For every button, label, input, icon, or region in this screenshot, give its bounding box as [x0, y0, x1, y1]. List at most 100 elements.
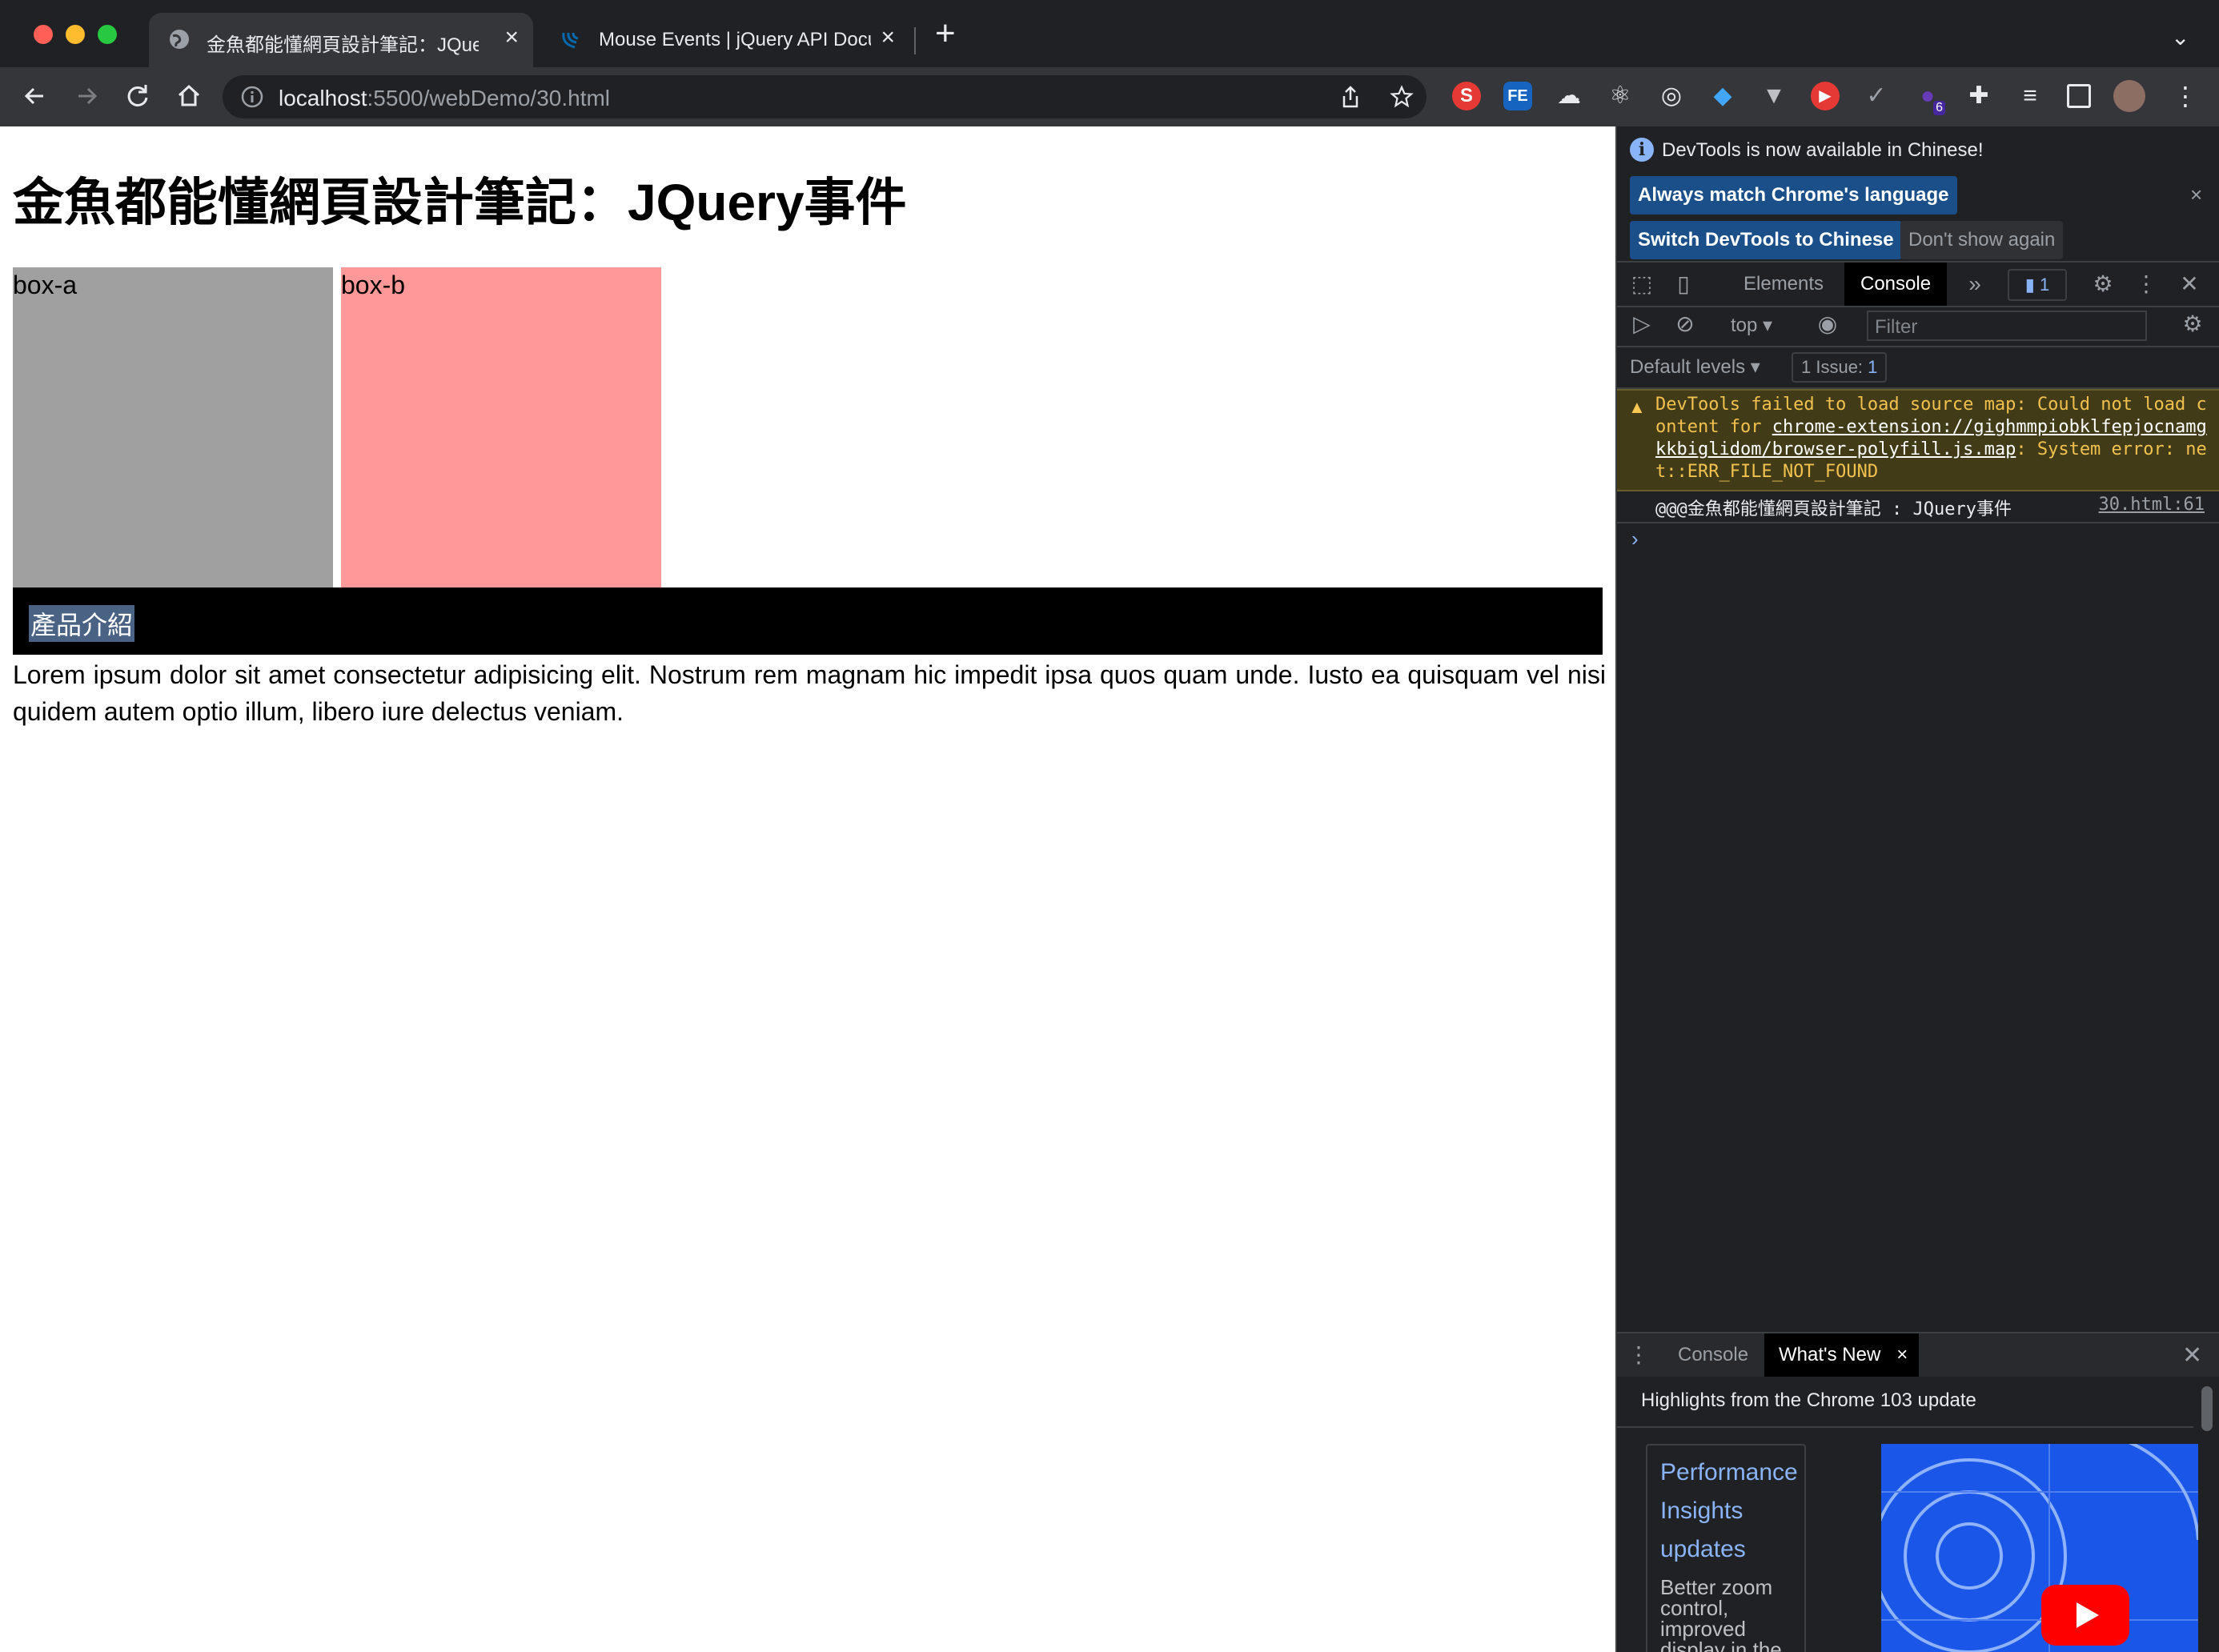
- issues-badge[interactable]: ▮ 1: [2008, 269, 2067, 301]
- notice-text: DevTools is now available in Chinese!: [1662, 139, 1984, 161]
- close-tab-icon[interactable]: ×: [881, 24, 895, 51]
- bookmark-star-icon[interactable]: [1390, 85, 1414, 109]
- extension-check-icon[interactable]: ✓: [1862, 82, 1891, 110]
- product-intro-title: 產品介紹: [29, 605, 135, 642]
- console-warning-message: ▲ DevTools failed to load source map: Co…: [1617, 389, 2219, 491]
- switch-to-chinese-button[interactable]: Switch DevTools to Chinese: [1630, 221, 1902, 259]
- devtools-panel: i DevTools is now available in Chinese! …: [1615, 126, 2219, 1652]
- share-icon[interactable]: [1338, 85, 1362, 109]
- url-text[interactable]: localhost:5500/webDemo/30.html: [279, 86, 610, 111]
- box-a-label: box-a: [13, 271, 78, 299]
- back-icon[interactable]: [19, 80, 51, 112]
- log-message: @@@金魚都能懂網頁設計筆記 : JQuery事件: [1655, 499, 2012, 519]
- tab-title: Mouse Events | jQuery API Documentation: [599, 29, 871, 50]
- warning-text: DevTools failed to load source map: Coul…: [1655, 394, 2208, 483]
- extension-fe-icon[interactable]: FE: [1503, 82, 1532, 110]
- whats-new-label: What's New: [1779, 1344, 1881, 1365]
- tab-inactive[interactable]: Mouse Events | jQuery API Documentation …: [541, 13, 909, 67]
- close-tab-icon[interactable]: ×: [1896, 1333, 1908, 1377]
- more-menu-icon[interactable]: ⋮: [2171, 82, 2200, 110]
- extension-badge: 6: [1933, 101, 1945, 115]
- web-page: 金魚都能懂網頁設計筆記：JQuery事件 box-a box-b 產品介紹 Lo…: [0, 126, 1615, 1652]
- settings-gear-icon[interactable]: ⚙: [2089, 271, 2117, 298]
- log-levels-dropdown[interactable]: Default levels ▾: [1630, 355, 1760, 379]
- drawer-menu-icon[interactable]: ⋮: [1625, 1341, 1652, 1369]
- video-thumbnail[interactable]: [1881, 1444, 2198, 1652]
- always-match-language-button[interactable]: Always match Chrome's language: [1630, 176, 1957, 215]
- new-tab-button[interactable]: +: [935, 16, 956, 51]
- avatar[interactable]: [2113, 80, 2145, 112]
- devtools-menu-icon[interactable]: ⋮: [2133, 271, 2160, 298]
- drawer-tabbar: ⋮ Console What's New × ✕: [1617, 1332, 2219, 1378]
- console-filter-bar: ▷ ⊘ top ▾ ◉ Filter ⚙: [1617, 304, 2219, 347]
- tab-separator: [914, 27, 916, 54]
- close-window-button[interactable]: [34, 25, 53, 44]
- live-expression-eye-icon[interactable]: ◉: [1814, 311, 1841, 338]
- drawer-scrollbar[interactable]: [2201, 1386, 2213, 1431]
- issues-label: 1 Issue:: [1801, 357, 1864, 377]
- extension-group-icon[interactable]: ● 6: [1913, 82, 1945, 115]
- extension-gem-icon[interactable]: ◆: [1708, 82, 1737, 110]
- issues-counter[interactable]: 1 Issue: 1: [1792, 352, 1888, 383]
- extensions-puzzle-icon[interactable]: ✚: [1964, 82, 1993, 110]
- drawer-tab-console[interactable]: Console: [1663, 1333, 1763, 1377]
- feature-card[interactable]: Performance Insights updates Better zoom…: [1646, 1444, 1806, 1652]
- extension-target-icon[interactable]: ◎: [1657, 82, 1686, 110]
- more-tabs-icon[interactable]: »: [1961, 271, 1988, 298]
- chrome-update-artwork: [1881, 1444, 2198, 1652]
- url-path: :5500/webDemo/30.html: [367, 86, 611, 110]
- issues-count: 1: [1868, 357, 1878, 377]
- console-settings-icon[interactable]: ⚙: [2179, 311, 2206, 338]
- chevron-down-icon[interactable]: ⌄: [2171, 24, 2189, 50]
- drawer-tab-whats-new[interactable]: What's New ×: [1764, 1333, 1920, 1377]
- log-source-link[interactable]: 30.html:61: [2099, 495, 2205, 515]
- inspect-element-icon[interactable]: ⬚: [1628, 271, 1655, 298]
- sidebar-toggle-icon[interactable]: ▷: [1628, 311, 1655, 338]
- tab-strip: 金魚都能懂網頁設計筆記：JQuery事件 × Mouse Events | jQ…: [0, 0, 2219, 67]
- info-icon: i: [1630, 138, 1654, 162]
- home-icon[interactable]: [173, 80, 205, 112]
- media-playlist-icon[interactable]: ≡: [2016, 82, 2044, 110]
- extension-react-icon[interactable]: ⚛: [1606, 82, 1635, 110]
- jquery-icon: [562, 32, 579, 49]
- extension-play-icon[interactable]: ▶: [1811, 82, 1840, 110]
- close-icon[interactable]: ×: [2190, 182, 2202, 207]
- reload-icon[interactable]: [122, 80, 154, 112]
- box-b[interactable]: box-b: [341, 267, 661, 587]
- tab-console[interactable]: Console: [1844, 263, 1948, 306]
- address-bar[interactable]: localhost:5500/webDemo/30.html: [223, 75, 1426, 118]
- forward-icon[interactable]: [70, 80, 102, 112]
- maximize-window-button[interactable]: [98, 25, 117, 44]
- tab-title: 金魚都能懂網頁設計筆記：JQuery事件: [207, 34, 479, 56]
- console-prompt[interactable]: ›: [1631, 527, 1639, 551]
- tab-elements[interactable]: Elements: [1727, 263, 1840, 306]
- extension-vue-icon[interactable]: ▼: [1760, 82, 1788, 110]
- close-drawer-icon[interactable]: ✕: [2182, 1341, 2202, 1369]
- divider: [1617, 1426, 2193, 1428]
- context-selector[interactable]: top ▾: [1731, 314, 1772, 337]
- product-intro-bar[interactable]: 產品介紹: [13, 587, 1603, 655]
- close-tab-icon[interactable]: ×: [504, 24, 519, 51]
- issue-badge-count: 1: [2039, 275, 2050, 295]
- browser-toolbar: localhost:5500/webDemo/30.html S FE ☁ ⚛ …: [0, 67, 2219, 128]
- device-toolbar-icon[interactable]: ▯: [1670, 271, 1697, 298]
- extension-cloud-icon[interactable]: ☁: [1555, 82, 1583, 110]
- url-host: localhost: [279, 86, 367, 110]
- feature-card-title[interactable]: Performance Insights updates: [1660, 1454, 1800, 1569]
- play-triangle: [2077, 1602, 2099, 1628]
- clear-console-icon[interactable]: ⊘: [1671, 311, 1699, 338]
- side-panel-icon[interactable]: [2067, 84, 2091, 108]
- feature-card-description: Better zoom control, improved display in…: [1660, 1575, 1782, 1652]
- youtube-play-icon[interactable]: [2041, 1585, 2129, 1646]
- console-filter-input[interactable]: Filter: [1867, 311, 2147, 341]
- close-devtools-icon[interactable]: ✕: [2176, 271, 2203, 298]
- whats-new-panel: Highlights from the Chrome 103 update Pe…: [1617, 1377, 2219, 1652]
- info-icon[interactable]: [240, 85, 264, 109]
- page-title: 金魚都能懂網頁設計筆記：JQuery事件: [13, 174, 907, 231]
- tab-active[interactable]: 金魚都能懂網頁設計筆記：JQuery事件 ×: [149, 13, 533, 67]
- console-levels-bar: Default levels ▾ 1 Issue: 1: [1617, 346, 2219, 389]
- box-a[interactable]: box-a: [13, 267, 333, 587]
- extension-s-icon[interactable]: S: [1452, 82, 1481, 110]
- dont-show-again-button[interactable]: Don't show again: [1900, 221, 2064, 259]
- minimize-window-button[interactable]: [66, 25, 85, 44]
